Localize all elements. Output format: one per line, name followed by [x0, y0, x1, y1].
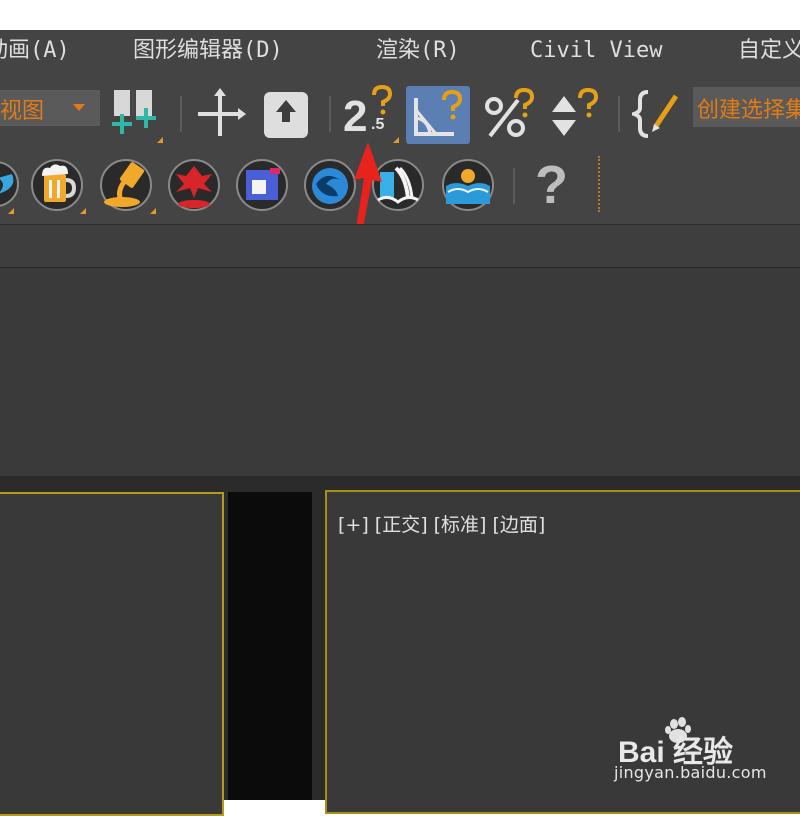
window-top-edge [0, 0, 800, 30]
percent-snap-icon[interactable] [482, 86, 540, 142]
help-icon: ? [535, 155, 568, 215]
toolbar-icon-partial[interactable] [0, 158, 24, 210]
view-dropdown[interactable]: 视图 [0, 90, 100, 126]
viewport-divider-dark [228, 492, 312, 800]
ribbon-panel-area [0, 268, 800, 476]
menu-bar: 动画(A) 图形编辑器(D) 渲染(R) Civil View 自定义 [0, 30, 800, 74]
tree-red-icon[interactable] [166, 158, 222, 212]
toolbar-grip[interactable] [598, 156, 601, 212]
chevron-down-icon [73, 104, 85, 111]
ocean-sunset-icon[interactable] [440, 158, 496, 212]
menu-rendering[interactable]: 渲染(R) [376, 36, 460, 66]
ribbon-strip [0, 224, 800, 269]
viewport-left[interactable] [0, 492, 224, 816]
help-button[interactable]: ? [533, 154, 579, 215]
menu-customize[interactable]: 自定义 [738, 36, 800, 66]
snap-number-sub: .5 [371, 116, 385, 133]
flyout-corner [157, 137, 163, 143]
view-dropdown-value: 视图 [0, 99, 45, 124]
liquid-pour-icon[interactable] [98, 158, 154, 212]
menu-graph-editors[interactable]: 图形编辑器(D) [133, 36, 283, 66]
flyout-corner [393, 137, 399, 143]
angle-snap-icon [414, 89, 463, 136]
flyout-corner [8, 208, 14, 214]
select-and-link-icon[interactable] [110, 86, 166, 142]
toolbar-separator [618, 96, 620, 132]
snaps-toggle-2-5-icon[interactable]: 2 .5 [343, 84, 399, 142]
toolbar-separator [329, 96, 331, 132]
named-selection-placeholder: 创建选择集 [697, 98, 800, 123]
watermark-url: jingyan.baidu.com [614, 763, 767, 782]
named-selection-sets-field[interactable]: 创建选择集 [693, 87, 800, 127]
beer-mug-icon[interactable] [30, 158, 84, 212]
angle-snap-toggle-button[interactable] [406, 86, 470, 144]
menu-animation[interactable]: 动画(A) [0, 36, 70, 66]
select-and-place-icon[interactable] [262, 90, 312, 140]
viewport-label-menu[interactable]: [+] [正交] [标准] [边面] [338, 510, 545, 537]
flyout-corner [80, 208, 86, 214]
edit-named-selection-icon[interactable] [632, 86, 684, 142]
question-mark-icon [372, 84, 393, 115]
flyout-corner [150, 208, 156, 214]
toolbar-separator [180, 96, 182, 132]
snap-number-main: 2 [343, 92, 368, 141]
select-and-move-icon[interactable] [194, 88, 246, 140]
toolbar-separator [513, 168, 515, 204]
cloth-icon[interactable] [234, 158, 290, 212]
menu-civil-view[interactable]: Civil View [530, 36, 662, 66]
spinner-snap-icon[interactable] [550, 86, 606, 142]
